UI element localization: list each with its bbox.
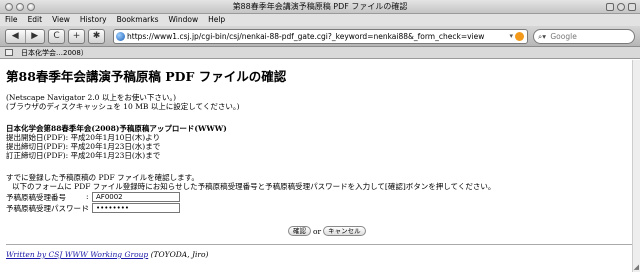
zoom-window-button[interactable]: [27, 3, 35, 11]
footer: Written by CSJ WWW Working Group (TOYODA…: [6, 250, 208, 259]
window-controls: [5, 3, 35, 11]
menu-view[interactable]: View: [52, 14, 70, 26]
cancel-button[interactable]: キャンセル: [323, 226, 366, 236]
bookmarks-icon[interactable]: [5, 49, 13, 56]
form-buttons: 確認 or キャンセル: [288, 226, 366, 236]
browser-toolbar: ◀ ▶ C + ✱ https://www1.csj.jp/cgi-bin/cs…: [0, 26, 640, 47]
menu-bar: File Edit View History Bookmarks Window …: [0, 14, 640, 26]
back-forward-button: ◀ ▶: [5, 29, 45, 44]
footer-link[interactable]: Written by CSJ WWW Working Group: [6, 250, 148, 259]
vertical-scrollbar[interactable]: [632, 60, 640, 272]
search-box[interactable]: ⌕▾ Google: [533, 29, 635, 44]
page-title: 第88春季年会講演予稿原稿 PDF ファイルの確認: [6, 69, 287, 84]
menu-window[interactable]: Window: [169, 14, 199, 26]
menu-bookmarks[interactable]: Bookmarks: [117, 14, 159, 26]
bookmarks-bar: 日本化学会…2008）: [0, 47, 640, 59]
window-title: 第88春季年会講演予稿原稿 PDF ファイルの確認: [232, 2, 408, 11]
menu-help[interactable]: Help: [208, 14, 225, 26]
forward-button[interactable]: ▶: [24, 30, 45, 43]
correction-end: 訂正締切日(PDF): 平成20年1月23日(水)まで: [6, 151, 161, 160]
number-input[interactable]: AF0002: [92, 192, 180, 202]
label-number: 予稿原稿受理番号: [6, 193, 66, 202]
menu-edit[interactable]: Edit: [28, 14, 43, 26]
chevron-down-icon[interactable]: ▾: [509, 30, 513, 43]
add-bookmark-button[interactable]: +: [68, 29, 85, 44]
address-text: https://www1.csj.jp/cgi-bin/csj/nenkai-8…: [127, 32, 485, 41]
footer-author: (TOYODA, Jiro): [150, 250, 209, 259]
close-window-button[interactable]: [5, 3, 13, 11]
confirm-detail: 以下のフォームに PDF ファイル登録時にお知らせした予稿原稿受理番号と予稿原稿…: [12, 182, 496, 191]
minimize-window-button[interactable]: [16, 3, 24, 11]
reload-button[interactable]: C: [48, 29, 65, 44]
colon-password: :: [86, 203, 89, 212]
password-input[interactable]: ••••••••: [92, 203, 180, 213]
menu-file[interactable]: File: [5, 14, 18, 26]
settings-button[interactable]: ✱: [88, 29, 105, 44]
globe-icon: [116, 32, 125, 41]
confirm-button[interactable]: 確認: [288, 226, 311, 236]
note-cache: (ブラウザのディスクキャッシュを 10 MB 以上に設定してください。): [6, 102, 240, 111]
rss-icon[interactable]: [515, 32, 524, 41]
lock-icon: [606, 3, 614, 11]
divider: [6, 244, 634, 245]
search-icon: ⌕▾: [538, 32, 546, 41]
toolbar-toggle-icon[interactable]: [617, 3, 625, 11]
search-placeholder: Google: [550, 32, 577, 41]
or-text: or: [313, 226, 322, 236]
nav-buttons: ◀ ▶ C + ✱: [5, 29, 105, 44]
colon-number: :: [86, 192, 89, 201]
back-button[interactable]: ◀: [6, 30, 25, 43]
fullscreen-icon[interactable]: [628, 3, 636, 11]
bookmark-item[interactable]: 日本化学会…2008）: [21, 47, 88, 58]
address-bar[interactable]: https://www1.csj.jp/cgi-bin/csj/nenkai-8…: [113, 29, 528, 44]
resize-grip-icon[interactable]: ◢: [634, 263, 639, 271]
title-bar: 第88春季年会講演予稿原稿 PDF ファイルの確認: [0, 0, 640, 14]
title-bar-right-controls: [606, 3, 636, 11]
menu-history[interactable]: History: [80, 14, 107, 26]
label-password: 予稿原稿受理パスワード: [6, 204, 89, 213]
